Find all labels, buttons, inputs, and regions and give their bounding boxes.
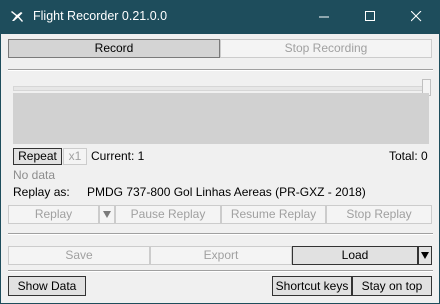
load-button[interactable]: Load [292,246,418,265]
pause-replay-button[interactable]: Pause Replay [115,205,221,224]
minimize-button[interactable] [302,0,348,34]
title-bar: Flight Recorder 0.21.0.0 [0,0,440,34]
replay-button[interactable]: Replay [8,205,99,224]
separator [8,233,433,235]
stop-recording-button[interactable]: Stop Recording [220,39,432,58]
close-button[interactable] [394,0,440,34]
minimize-icon [319,16,329,18]
recording-graph [13,93,429,144]
total-frames-label: Total: 0 [389,149,428,163]
chevron-down-icon [103,211,111,218]
resume-replay-button[interactable]: Resume Replay [221,205,326,224]
main-panel: Record Stop Recording Repeat x1 Current:… [1,34,439,303]
replay-aircraft-label: PMDG 737-800 Gol Linhas Aereas (PR-GXZ -… [87,185,366,199]
separator [8,69,433,71]
speed-button[interactable]: x1 [63,148,87,165]
load-dropdown-button[interactable] [418,246,432,265]
replay-as-label: Replay as: [13,185,70,199]
chevron-down-icon [421,252,429,259]
replay-slider-track[interactable] [13,86,424,91]
maximize-icon [365,11,375,21]
shortcut-keys-button[interactable]: Shortcut keys [272,276,352,296]
save-button[interactable]: Save [8,246,150,265]
separator [8,270,433,272]
record-button[interactable]: Record [8,39,220,58]
repeat-button[interactable]: Repeat [13,148,62,165]
maximize-button[interactable] [348,0,394,34]
stay-on-top-button[interactable]: Stay on top [352,276,432,296]
stop-replay-button[interactable]: Stop Replay [326,205,432,224]
current-frame-label: Current: 1 [91,149,145,163]
window-title: Flight Recorder 0.21.0.0 [33,9,168,23]
export-button[interactable]: Export [150,246,292,265]
replay-dropdown-button[interactable] [99,205,115,224]
close-icon [411,11,422,22]
status-label: No data [13,168,56,182]
show-data-button[interactable]: Show Data [8,276,86,296]
airplane-icon [11,11,23,22]
